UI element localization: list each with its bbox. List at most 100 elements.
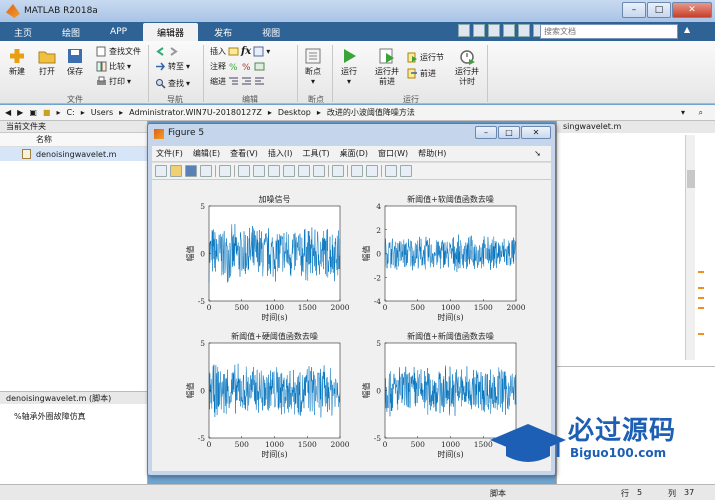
editor-tab[interactable]: singwavelet.m <box>557 121 715 133</box>
zoom-in-icon[interactable] <box>238 165 250 177</box>
scroll-thumb[interactable] <box>687 170 695 188</box>
insert-function-icon[interactable] <box>253 46 264 57</box>
print-dropdown-icon[interactable]: ▾ <box>127 77 131 86</box>
code-analyzer-marker[interactable] <box>698 287 704 289</box>
breakpoints-button[interactable]: 断点 ▾ <box>304 47 322 87</box>
compare-dropdown-icon[interactable]: ▾ <box>127 62 131 71</box>
code-analyzer-marker[interactable] <box>698 307 704 309</box>
minimize-button[interactable]: – <box>622 2 646 18</box>
tab-plots[interactable]: 绘图 <box>48 23 94 41</box>
comment-button[interactable]: 注释 % % <box>210 61 265 72</box>
find-button[interactable]: 查找 ▾ <box>155 78 190 89</box>
breadcrumb-drive[interactable]: C: <box>66 108 74 117</box>
new-button[interactable]: 新建 <box>8 47 26 77</box>
insert-dropdown-icon[interactable]: ▾ <box>266 47 270 56</box>
figure-minimize-button[interactable]: – <box>475 126 497 139</box>
breadcrumb-user[interactable]: Administrator.WIN7U-20180127Z <box>129 108 262 117</box>
back-nav-icon[interactable]: ◀ <box>5 108 11 117</box>
breadcrumb-users[interactable]: Users <box>91 108 113 117</box>
search-documentation-input[interactable] <box>540 24 678 39</box>
save-quick-icon[interactable] <box>458 24 470 37</box>
breadcrumb-desktop[interactable]: Desktop <box>278 108 311 117</box>
run-button[interactable]: 运行 ▾ <box>340 47 358 87</box>
back-icon[interactable] <box>155 46 166 57</box>
figure-maximize-button[interactable]: □ <box>498 126 520 139</box>
advance-button[interactable]: 前进 <box>407 68 436 79</box>
hide-plot-tools-icon[interactable] <box>385 165 397 177</box>
maximize-button[interactable]: □ <box>647 2 671 18</box>
insert-legend-icon[interactable] <box>366 165 378 177</box>
tab-view[interactable]: 视图 <box>248 23 294 41</box>
smart-indent-icon[interactable] <box>228 76 239 87</box>
zoom-out-icon[interactable] <box>253 165 265 177</box>
editor-scrollbar[interactable] <box>685 135 695 360</box>
menu-window[interactable]: 窗口(W) <box>378 148 408 159</box>
insert-button[interactable]: 插入 fx ▾ <box>210 46 270 57</box>
address-search-icon[interactable]: ⌕ <box>699 108 703 118</box>
menu-desktop[interactable]: 桌面(D) <box>340 148 368 159</box>
run-section-button[interactable]: 运行节 <box>407 52 444 63</box>
indent-button[interactable]: 缩进 <box>210 76 265 87</box>
menu-file[interactable]: 文件(F) <box>156 148 183 159</box>
find-files-button[interactable]: 查找文件 <box>96 46 141 57</box>
goto-button[interactable]: 转至 ▾ <box>155 61 190 72</box>
pan-icon[interactable] <box>268 165 280 177</box>
breadcrumb-folder[interactable]: 改进的小波阈值降噪方法 <box>327 107 415 118</box>
rotate-3d-icon[interactable] <box>283 165 295 177</box>
run-and-advance-button[interactable]: 运行并 前进 <box>372 47 402 87</box>
decrease-indent-icon[interactable] <box>254 76 265 87</box>
undo-quick-icon[interactable] <box>518 24 530 37</box>
collapse-toolstrip-icon[interactable]: ▲ <box>684 25 690 34</box>
brush-icon[interactable] <box>313 165 325 177</box>
paste-quick-icon[interactable] <box>503 24 515 37</box>
save-figure-icon[interactable] <box>185 165 197 177</box>
code-analyzer-marker[interactable] <box>698 297 704 299</box>
copy-quick-icon[interactable] <box>488 24 500 37</box>
back-forward-buttons[interactable] <box>155 46 179 57</box>
address-dropdown-icon[interactable]: ▾ <box>681 108 685 117</box>
menu-help[interactable]: 帮助(H) <box>418 148 446 159</box>
name-column-header[interactable]: 名称 <box>0 133 147 147</box>
tab-home[interactable]: 主页 <box>0 23 46 41</box>
code-analyzer-marker[interactable] <box>698 333 704 335</box>
tab-apps[interactable]: APP <box>96 23 141 41</box>
breakpoints-dropdown-icon[interactable]: ▾ <box>311 77 315 87</box>
insert-colorbar-icon[interactable] <box>351 165 363 177</box>
uncomment-icon[interactable]: % <box>241 61 252 72</box>
print-figure-icon[interactable] <box>200 165 212 177</box>
goto-dropdown-icon[interactable]: ▾ <box>186 62 190 71</box>
browse-folder-icon[interactable]: ■ <box>43 108 51 117</box>
figure-close-button[interactable]: ✕ <box>521 126 551 139</box>
wrap-comments-icon[interactable] <box>254 61 265 72</box>
edit-plot-icon[interactable] <box>219 165 231 177</box>
compare-button[interactable]: 比较 ▾ <box>96 61 131 72</box>
address-bar[interactable]: ◀ ▶ ▣ ■ ▸ C: ▸ Users ▸ Administrator.WIN… <box>0 105 715 121</box>
comment-percent-icon[interactable]: % <box>228 61 239 72</box>
tab-editor[interactable]: 编辑器 <box>143 23 199 41</box>
open-file-icon[interactable] <box>170 165 182 177</box>
forward-nav-icon[interactable]: ▶ <box>17 108 23 117</box>
fx-icon[interactable]: fx <box>241 46 251 57</box>
insert-section-icon[interactable] <box>228 46 239 57</box>
link-plot-icon[interactable] <box>332 165 344 177</box>
menu-insert[interactable]: 插入(I) <box>268 148 293 159</box>
forward-icon[interactable] <box>168 46 179 57</box>
show-plot-tools-icon[interactable] <box>400 165 412 177</box>
open-button[interactable]: 打开 <box>38 47 56 77</box>
menu-edit[interactable]: 编辑(E) <box>193 148 220 159</box>
data-cursor-icon[interactable] <box>298 165 310 177</box>
print-button[interactable]: 打印 ▾ <box>96 76 131 87</box>
tab-publish[interactable]: 发布 <box>200 23 246 41</box>
file-list-item[interactable]: denoisingwavelet.m <box>0 147 147 161</box>
run-and-time-button[interactable]: 运行并 计时 <box>452 47 482 87</box>
code-analyzer-marker[interactable] <box>698 271 704 273</box>
up-folder-icon[interactable]: ▣ <box>29 108 37 117</box>
increase-indent-icon[interactable] <box>241 76 252 87</box>
menu-tools[interactable]: 工具(T) <box>302 148 329 159</box>
find-dropdown-icon[interactable]: ▾ <box>186 79 190 88</box>
run-dropdown-icon[interactable]: ▾ <box>347 77 351 87</box>
new-figure-icon[interactable] <box>155 165 167 177</box>
close-button[interactable]: ✕ <box>672 2 712 18</box>
menu-view[interactable]: 查看(V) <box>230 148 258 159</box>
cut-quick-icon[interactable] <box>473 24 485 37</box>
